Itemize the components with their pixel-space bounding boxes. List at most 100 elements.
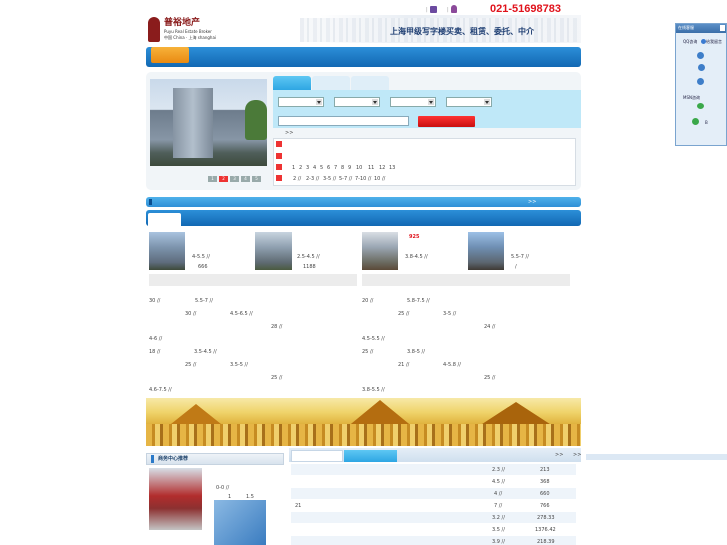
table-row[interactable] — [291, 512, 576, 523]
page-link[interactable]: 11 — [368, 165, 374, 171]
left-row-5-c1[interactable]: 18 // — [149, 349, 160, 355]
table-row[interactable] — [291, 524, 576, 535]
ticker-marker — [149, 199, 152, 205]
news-ticker-bar — [146, 197, 581, 207]
range-link[interactable]: 3-5 // — [323, 176, 336, 182]
table-row[interactable] — [291, 476, 576, 487]
logo-location: 中国 China · 上海 shanghai — [164, 35, 217, 40]
right-row-3-c1[interactable]: 24 // — [484, 324, 495, 330]
featured-area-1: 666 — [198, 264, 208, 270]
table-row[interactable] — [291, 464, 576, 475]
table-more-2[interactable]: >> — [573, 452, 581, 458]
cell-c-6: 1376.42 — [535, 527, 556, 533]
slide-dot-2[interactable]: 2 — [219, 176, 228, 182]
featured-area-4: / — [515, 264, 517, 270]
table-more-1[interactable]: >> — [555, 452, 563, 458]
left-row-6-c2: 3.5-5 // — [230, 362, 248, 368]
site-logo[interactable]: 普裕地产 Puyu Real Estate Broker 中国 China · … — [148, 17, 228, 43]
page-link[interactable]: 12 — [379, 165, 385, 171]
featured-price-1: 4-5.5 // — [192, 254, 210, 260]
left-row-6-c1[interactable]: 25 // — [185, 362, 196, 368]
page-link[interactable]: 9 — [348, 165, 351, 171]
left-row-1-c2: 5.5-7 // — [195, 298, 213, 304]
map-icon — [276, 164, 282, 170]
range-link[interactable]: 2-3 // — [306, 176, 319, 182]
left-row-3-c1[interactable]: 28 // — [271, 324, 282, 330]
page-link[interactable]: 13 — [389, 165, 395, 171]
right-row-4-c1[interactable]: 4.5-5.5 // — [362, 336, 385, 342]
right-row-6-c2: 4-5.8 // — [443, 362, 461, 368]
type-select[interactable] — [446, 97, 492, 107]
promo-banner[interactable] — [146, 398, 581, 446]
qq-user-icon[interactable] — [698, 64, 705, 71]
left-row-2-c1[interactable]: 30 // — [185, 311, 196, 317]
business-center-photo[interactable] — [149, 468, 202, 530]
page-link[interactable]: 6 — [327, 165, 330, 171]
slide-dot-5[interactable]: 5 — [252, 176, 261, 182]
page-link[interactable]: 3 — [306, 165, 309, 171]
msn-user-icon[interactable] — [697, 103, 704, 109]
right-row-7-c1[interactable]: 25 // — [484, 375, 495, 381]
search-tab-1[interactable] — [273, 76, 311, 90]
featured-header-bar — [146, 210, 581, 226]
right-row-5-c1[interactable]: 25 // — [362, 349, 373, 355]
featured-tab[interactable] — [148, 213, 181, 226]
qq-user-icon[interactable] — [697, 78, 704, 85]
nav-home-tab[interactable] — [151, 47, 189, 63]
featured-photo-2[interactable] — [255, 232, 292, 270]
header-sep-2: | — [447, 7, 449, 13]
range-link[interactable]: 5-7 // — [339, 176, 352, 182]
slide-dot-3[interactable]: 3 — [230, 176, 239, 182]
page-link[interactable]: 10 — [356, 165, 362, 171]
area-select[interactable] — [334, 97, 380, 107]
page-link[interactable]: 1 — [292, 165, 295, 171]
page-link[interactable]: 2 — [299, 165, 302, 171]
page-link[interactable]: 7 — [334, 165, 337, 171]
range-link[interactable]: 10 // — [374, 176, 385, 182]
price-select[interactable] — [390, 97, 436, 107]
online-service-close[interactable] — [720, 25, 725, 31]
table-tab-2[interactable] — [344, 450, 397, 462]
search-more-link[interactable]: >> — [285, 130, 293, 136]
table-row[interactable] — [291, 500, 576, 511]
right-row-6-c1[interactable]: 21 // — [398, 362, 409, 368]
page-link[interactable]: 8 — [341, 165, 344, 171]
right-row-8-c1[interactable]: 3.8-5.5 // — [362, 387, 385, 393]
slide-dot-1[interactable]: 1 — [208, 176, 217, 182]
search-tab-3[interactable] — [351, 76, 389, 90]
table-row[interactable] — [291, 488, 576, 499]
left-row-5-c2: 3.5-4.5 // — [194, 349, 217, 355]
right-row-1-c1[interactable]: 20 // — [362, 298, 373, 304]
lock-icon[interactable] — [430, 6, 437, 13]
user-icon[interactable] — [451, 5, 457, 13]
header-sep-1: | — [426, 7, 428, 13]
ticker-more-link[interactable]: >> — [528, 199, 536, 205]
district-select[interactable] — [278, 97, 324, 107]
leave-message-label[interactable]: 给我留言 — [706, 39, 722, 45]
table-tab-1[interactable] — [291, 450, 343, 462]
qq-user-icon[interactable] — [697, 52, 704, 59]
featured-photo-4[interactable] — [468, 232, 504, 270]
keyword-input[interactable] — [278, 116, 409, 126]
slide-dot-4[interactable]: 4 — [241, 176, 250, 182]
business-center-price: 0-0 // — [216, 485, 230, 491]
left-row-7-c1[interactable]: 25 // — [271, 375, 282, 381]
left-row-8-c1[interactable]: 4.6-7.5 // — [149, 387, 172, 393]
left-row-4-c1[interactable]: 4-6 // — [149, 336, 162, 342]
cell-b-1: 2.3 // — [492, 467, 505, 473]
featured-photo-1[interactable] — [149, 232, 185, 270]
left-list-header — [149, 274, 357, 286]
left-row-1-c1[interactable]: 30 // — [149, 298, 160, 304]
page-link[interactable]: 4 — [313, 165, 316, 171]
business-center-photo-2[interactable] — [214, 500, 266, 545]
range-link[interactable]: 2 // — [293, 176, 301, 182]
search-button[interactable] — [418, 116, 475, 127]
table-row[interactable] — [291, 536, 576, 545]
range-link[interactable]: 7-10 // — [355, 176, 371, 182]
search-tab-2[interactable] — [312, 76, 350, 90]
page-link[interactable]: 5 — [320, 165, 323, 171]
right-row-2-c1[interactable]: 25 // — [398, 311, 409, 317]
featured-photo-3[interactable] — [362, 232, 398, 270]
right-list-header — [362, 274, 570, 286]
msn-user-icon[interactable] — [692, 118, 699, 125]
